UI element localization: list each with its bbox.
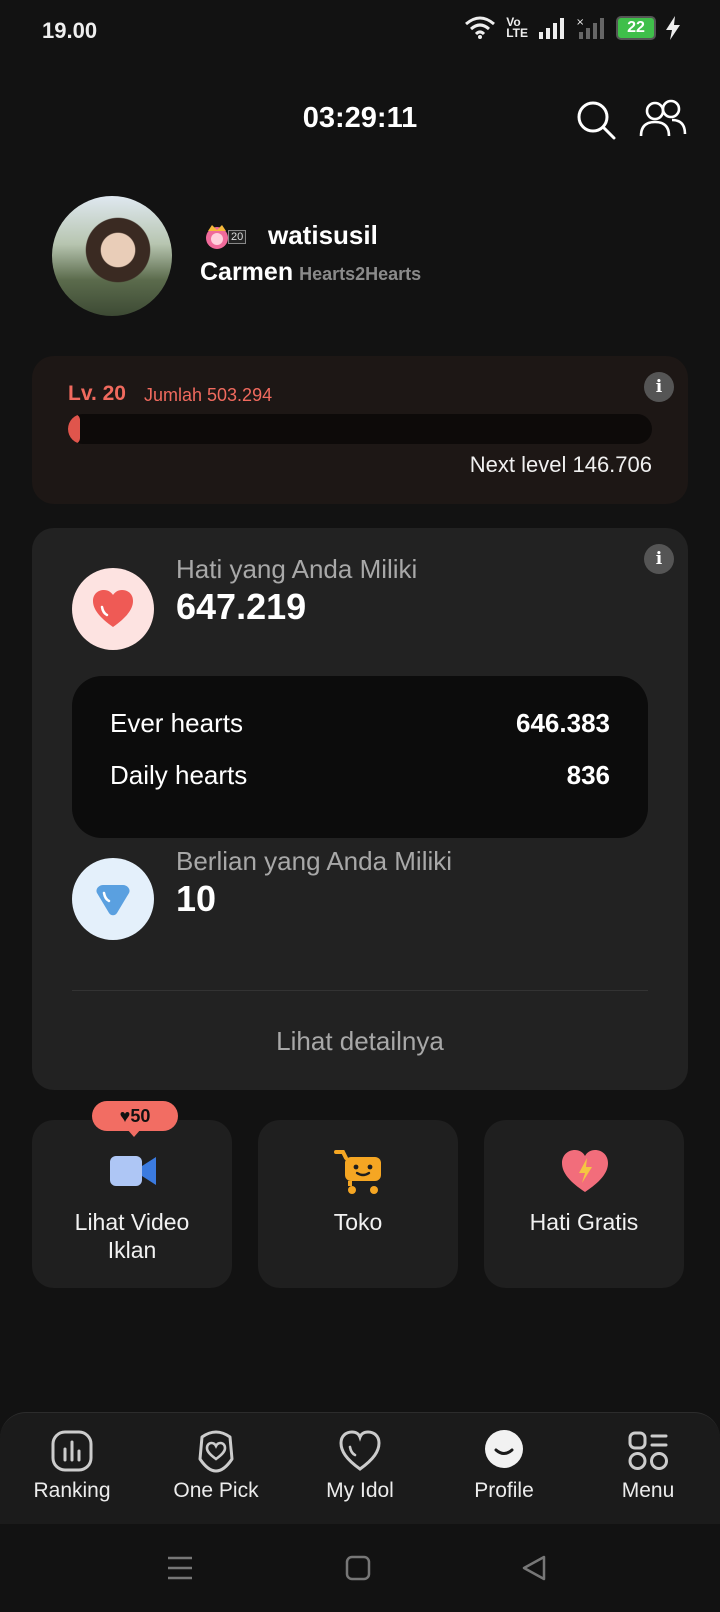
one-pick-icon (198, 1430, 234, 1473)
search-icon (577, 101, 616, 140)
avatar[interactable] (52, 196, 172, 316)
top-header: 03:29:11 (0, 96, 720, 146)
friends-button[interactable] (638, 98, 687, 142)
diamond-circle (72, 858, 154, 940)
recent-apps-icon[interactable] (160, 1550, 200, 1586)
level-total: Jumlah 503.294 (144, 385, 273, 405)
nav-menu[interactable]: Menu (576, 1429, 720, 1513)
ever-hearts-row: Ever hearts 646.383 (110, 708, 610, 748)
video-camera-icon (110, 1156, 156, 1186)
home-icon[interactable] (338, 1550, 378, 1586)
nav-one-pick-label: One Pick (173, 1479, 259, 1502)
lightning-heart-icon (562, 1150, 608, 1192)
profile-section: 20 watisusil Carmen Hearts2Hearts (52, 196, 692, 316)
back-icon[interactable] (514, 1550, 554, 1586)
svg-text:×: × (576, 17, 584, 28)
bottom-navigation: Ranking One Pick My Idol Profile Menu (0, 1412, 720, 1524)
see-details-link[interactable]: Lihat detailnya (32, 1026, 688, 1057)
heart-icon (93, 590, 133, 627)
shopping-cart-icon (334, 1150, 381, 1194)
nav-ranking[interactable]: Ranking (0, 1429, 144, 1513)
status-icons: Vo LTE × 22 (464, 16, 680, 40)
diamonds-owned-label: Berlian yang Anda Miliki (176, 846, 453, 876)
level-card: Lv. 20 Jumlah 503.294 i Next level 146.7… (32, 356, 688, 504)
hearts-summary-box: Ever hearts 646.383 Daily hearts 836 (72, 676, 648, 838)
video-reward-badge-tail (127, 1129, 141, 1137)
heart-circle (72, 568, 154, 650)
search-button[interactable] (574, 98, 622, 142)
username: watisusil (268, 220, 378, 250)
nav-ranking-label: Ranking (33, 1479, 111, 1502)
shop-tile[interactable]: Toko (258, 1120, 458, 1288)
daily-hearts-label: Daily hearts (110, 760, 248, 790)
ranking-chart-icon (51, 1430, 93, 1472)
profile-smile-icon (485, 1430, 523, 1468)
volte-indicator: Vo LTE (506, 15, 528, 40)
nav-one-pick[interactable]: One Pick (144, 1429, 288, 1513)
level-progress-fill (68, 414, 80, 444)
wifi-icon (465, 16, 496, 39)
ever-hearts-value: 646.383 (516, 708, 610, 738)
signal-icon (539, 18, 564, 39)
diamond-icon (96, 885, 130, 916)
hearts-info-button[interactable]: i (644, 544, 674, 574)
idol-name-line: Carmen Hearts2Hearts (200, 258, 421, 287)
level-badge: 20 (202, 222, 247, 252)
group-name: Hearts2Hearts (299, 264, 422, 284)
level-progress-bar (68, 414, 652, 444)
ever-hearts-label: Ever hearts (110, 708, 243, 738)
signal-no-service-icon: × (576, 17, 604, 39)
daily-hearts-row: Daily hearts 836 (110, 760, 610, 800)
free-hearts-label: Hati Gratis (529, 1209, 639, 1235)
charging-icon (666, 16, 680, 40)
video-reward-badge: ♥50 (92, 1101, 178, 1131)
level-info-button[interactable]: i (644, 372, 674, 402)
battery-level: 22 (616, 16, 656, 40)
badge-level-number: 20 (228, 230, 247, 244)
battery-indicator: 22 (616, 16, 656, 40)
nav-menu-label: Menu (621, 1479, 675, 1502)
watch-ad-video-tile[interactable]: Lihat Video Iklan (32, 1120, 232, 1288)
nav-my-idol[interactable]: My Idol (288, 1429, 432, 1513)
menu-grid-icon (628, 1431, 668, 1470)
level-label: Lv. 20 (68, 382, 126, 405)
hearts-owned-value: 647.219 (176, 586, 307, 627)
idol-name: Carmen (200, 258, 294, 286)
diamonds-owned-value: 10 (176, 878, 217, 919)
nav-profile-label: Profile (474, 1479, 534, 1502)
system-navigation-bar (0, 1524, 720, 1612)
free-hearts-tile[interactable]: Hati Gratis (484, 1120, 684, 1288)
watch-ad-video-label: Lihat Video Iklan (74, 1209, 190, 1263)
divider (72, 990, 648, 991)
daily-hearts-value: 836 (566, 760, 610, 790)
status-bar: 19.00 Vo LTE × 22 (0, 0, 720, 64)
hearts-card: i Hati yang Anda Miliki 647.219 Ever hea… (32, 528, 688, 1090)
hearts-owned-label: Hati yang Anda Miliki (176, 554, 418, 584)
shop-label: Toko (333, 1209, 383, 1235)
next-level-text: Next level 146.706 (469, 452, 652, 477)
nav-profile[interactable]: Profile (432, 1429, 576, 1513)
friends-icon (639, 99, 687, 137)
status-time: 19.00 (42, 18, 98, 43)
nav-my-idol-label: My Idol (326, 1479, 394, 1502)
heart-outline-icon (339, 1430, 381, 1471)
